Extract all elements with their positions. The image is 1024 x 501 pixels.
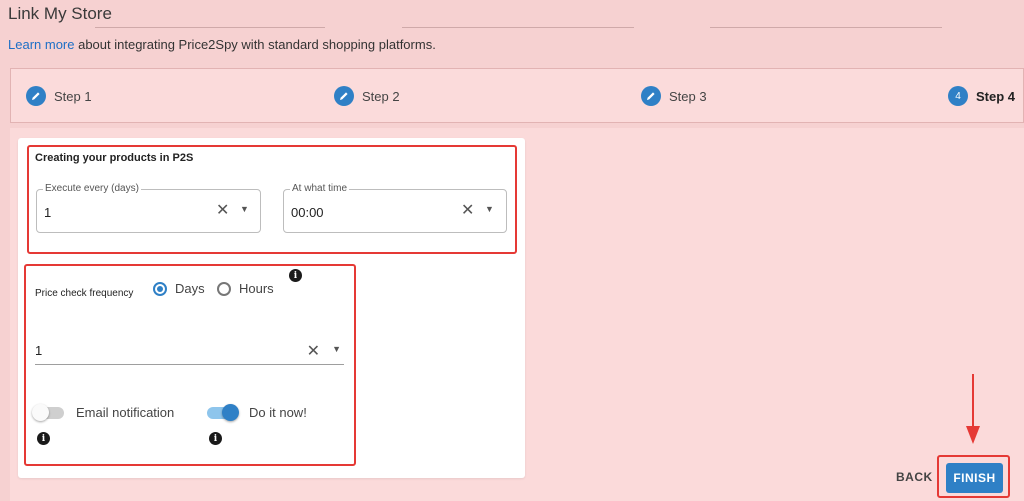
do-it-now-toggle[interactable]: Do it now!: [207, 403, 307, 421]
step-number-badge: 4: [948, 86, 968, 106]
toggle-thumb: [32, 403, 49, 421]
chevron-down-icon[interactable]: ▼: [332, 344, 341, 354]
at-what-time-label: At what time: [290, 183, 350, 194]
clear-icon[interactable]: ✕: [461, 203, 474, 219]
learn-more-link[interactable]: Learn more: [8, 37, 74, 52]
radio-button[interactable]: [217, 281, 231, 296]
finish-button[interactable]: FINISH: [946, 463, 1003, 493]
price-check-value-select[interactable]: 1 ✕ ▼: [35, 338, 344, 365]
step-label: Step 4: [976, 88, 1016, 104]
step-2[interactable]: Step 2: [334, 86, 400, 106]
pencil-icon: [641, 86, 661, 106]
back-button[interactable]: BACK: [896, 470, 933, 484]
step-label: Step 3: [669, 88, 707, 104]
stepper: [10, 68, 1024, 123]
step-4[interactable]: 4 Step 4: [948, 86, 1015, 106]
info-icon[interactable]: i: [289, 269, 302, 282]
radio-hours[interactable]: Hours: [217, 281, 274, 296]
step-connector: [402, 27, 634, 28]
chevron-down-icon[interactable]: ▼: [485, 204, 494, 214]
radio-button[interactable]: [153, 281, 167, 296]
clear-icon[interactable]: ✕: [307, 341, 320, 361]
email-notification-toggle[interactable]: Email notification: [32, 403, 175, 421]
radio-hours-label: Hours: [239, 281, 274, 296]
price-check-value: 1: [35, 343, 43, 358]
step-label: Step 2: [362, 88, 400, 104]
clear-icon[interactable]: ✕: [216, 203, 229, 219]
at-what-time-select[interactable]: At what time 00:00 ✕ ▼: [283, 183, 507, 233]
arrow-down-icon: [966, 374, 980, 444]
execute-every-value: 1: [44, 205, 52, 220]
info-icon[interactable]: i: [209, 432, 222, 445]
step-3[interactable]: Step 3: [641, 86, 707, 106]
toggle-switch[interactable]: [207, 403, 239, 421]
toggle-thumb: [222, 403, 239, 421]
step-connector: [710, 27, 942, 28]
do-it-now-label: Do it now!: [249, 405, 307, 420]
at-what-time-value: 00:00: [291, 205, 324, 220]
step-1[interactable]: Step 1: [26, 86, 92, 106]
radio-days-label: Days: [175, 281, 205, 296]
step-connector: [95, 27, 325, 28]
pencil-icon: [334, 86, 354, 106]
page-title: Link My Store: [8, 4, 112, 23]
intro-description: about integrating Price2Spy with standar…: [74, 37, 436, 52]
toggle-switch[interactable]: [32, 403, 64, 421]
email-notification-label: Email notification: [76, 405, 175, 420]
pencil-icon: [26, 86, 46, 106]
step-label: Step 1: [54, 88, 92, 104]
chevron-down-icon[interactable]: ▼: [240, 204, 249, 214]
radio-days[interactable]: Days: [153, 281, 205, 296]
execute-every-select[interactable]: Execute every (days) 1 ✕ ▼: [36, 183, 261, 233]
execute-every-label: Execute every (days): [43, 183, 141, 194]
price-check-frequency-label: Price check frequency: [35, 288, 134, 299]
creating-products-title: Creating your products in P2S: [35, 152, 194, 164]
intro-text: Learn more about integrating Price2Spy w…: [8, 37, 436, 52]
info-icon[interactable]: i: [37, 432, 50, 445]
